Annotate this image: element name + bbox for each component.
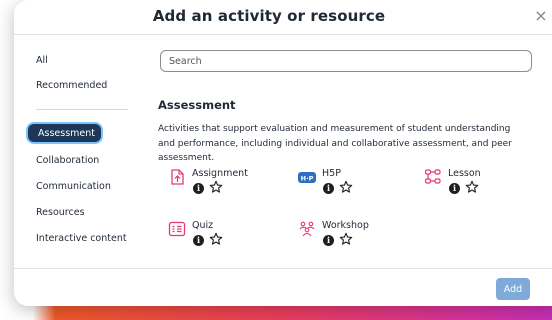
- star-icon[interactable]: [465, 180, 479, 194]
- lesson-icon: [424, 169, 441, 184]
- workshop-icon: [299, 221, 315, 237]
- star-icon[interactable]: [339, 232, 353, 246]
- quiz-icon: [168, 221, 186, 237]
- info-icon[interactable]: i: [323, 183, 334, 194]
- activity-name[interactable]: Lesson: [448, 168, 481, 179]
- activity-name[interactable]: Workshop: [322, 220, 369, 231]
- activity-assignment[interactable]: Assignment i: [168, 168, 288, 202]
- activity-name[interactable]: H5P: [322, 168, 341, 179]
- activity-workshop[interactable]: Workshop i: [298, 220, 418, 254]
- add-button[interactable]: Add: [496, 278, 530, 300]
- info-icon[interactable]: i: [449, 183, 460, 194]
- section-description: Activities that support evaluation and m…: [158, 124, 512, 163]
- activity-name[interactable]: Quiz: [192, 220, 213, 231]
- assignment-icon: [171, 169, 184, 185]
- sidebar-item-all[interactable]: All: [36, 55, 48, 66]
- add-activity-modal: Add an activity or resource × All Recomm…: [14, 0, 552, 306]
- info-icon[interactable]: i: [193, 235, 204, 246]
- sidebar-divider: [36, 109, 128, 110]
- sidebar-item-assessment[interactable]: Assessment: [26, 122, 103, 144]
- sidebar-item-recommended[interactable]: Recommended: [36, 80, 107, 91]
- close-icon[interactable]: ×: [532, 7, 550, 25]
- sidebar-item-resources[interactable]: Resources: [36, 207, 85, 218]
- section-title: Assessment: [158, 98, 236, 112]
- info-icon[interactable]: i: [323, 235, 334, 246]
- star-icon[interactable]: [339, 180, 353, 194]
- footer-divider: [14, 268, 552, 269]
- info-icon[interactable]: i: [193, 183, 204, 194]
- star-icon[interactable]: [209, 232, 223, 246]
- activity-name[interactable]: Assignment: [192, 168, 248, 179]
- sidebar-item-collaboration[interactable]: Collaboration: [36, 155, 99, 166]
- h5p-icon-label: H·P: [301, 174, 314, 182]
- sidebar-item-interactive-content[interactable]: Interactive content: [36, 233, 127, 244]
- header-divider: [14, 34, 552, 35]
- sidebar-item-communication[interactable]: Communication: [36, 181, 111, 192]
- star-icon[interactable]: [209, 180, 223, 194]
- activity-lesson[interactable]: Lesson i: [424, 168, 544, 202]
- activity-quiz[interactable]: Quiz i: [168, 220, 288, 254]
- search-input[interactable]: [160, 50, 532, 72]
- modal-title: Add an activity or resource: [152, 7, 386, 25]
- h5p-icon: H·P: [298, 172, 316, 183]
- activity-h5p[interactable]: H·P H5P i: [298, 168, 418, 202]
